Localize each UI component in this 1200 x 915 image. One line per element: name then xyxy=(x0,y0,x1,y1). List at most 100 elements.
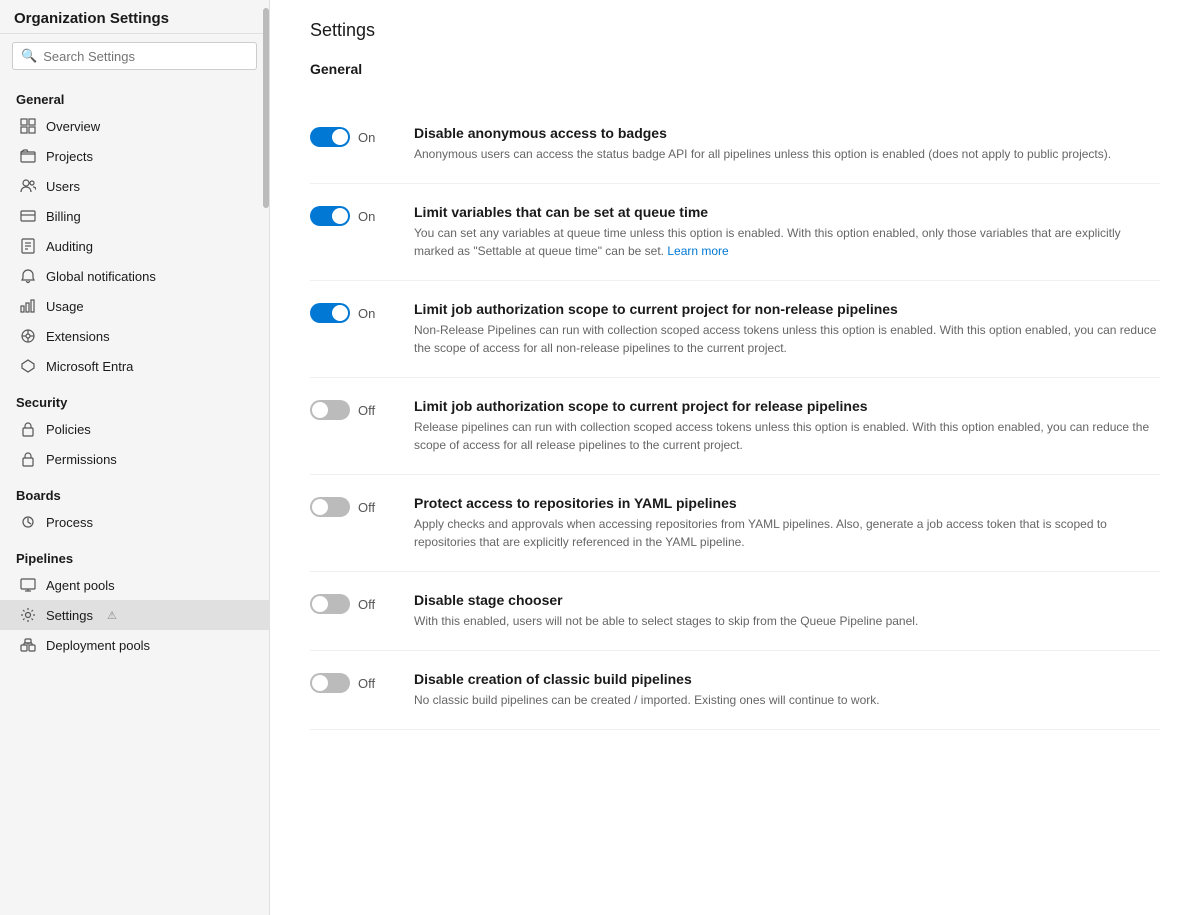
sidebar-item-label: Usage xyxy=(46,299,84,314)
grid-icon xyxy=(20,118,36,134)
sidebar-item-permissions[interactable]: Permissions xyxy=(0,444,269,474)
toggle-disable-stage-chooser[interactable] xyxy=(310,594,350,614)
setting-row-anonymous-access: On Disable anonymous access to badges Anon… xyxy=(310,105,1160,184)
setting-row-disable-stage-chooser: Off Disable stage chooser With this enable… xyxy=(310,572,1160,651)
setting-row-job-auth-nonrelease: On Limit job authorization scope to curre… xyxy=(310,281,1160,378)
setting-title-protect-yaml: Protect access to repositories in YAML p… xyxy=(414,495,1160,511)
sidebar-item-label: Policies xyxy=(46,422,91,437)
toggle-thumb-disable-classic-build xyxy=(312,675,328,691)
setting-title-disable-classic-build: Disable creation of classic build pipeli… xyxy=(414,671,1160,687)
process-icon xyxy=(20,514,36,530)
sidebar-header: Organization Settings xyxy=(0,0,269,34)
setting-content-protect-yaml: Protect access to repositories in YAML p… xyxy=(414,495,1160,551)
sidebar-item-label: Settings xyxy=(46,608,93,623)
agent-icon xyxy=(20,577,36,593)
toggle-thumb-protect-yaml xyxy=(312,499,328,515)
sidebar-item-extensions[interactable]: Extensions xyxy=(0,321,269,351)
sidebar-item-policies[interactable]: Policies xyxy=(0,414,269,444)
toggle-thumb-anonymous-access xyxy=(332,129,348,145)
toggle-limit-variables[interactable] xyxy=(310,206,350,226)
sidebar-item-label: Permissions xyxy=(46,452,117,467)
toggle-label-protect-yaml: Off xyxy=(358,500,375,515)
setting-desc-limit-variables: You can set any variables at queue time … xyxy=(414,224,1160,260)
toggle-label-job-auth-release: Off xyxy=(358,403,375,418)
setting-content-disable-classic-build: Disable creation of classic build pipeli… xyxy=(414,671,1160,709)
lock-icon xyxy=(20,421,36,437)
setting-desc-job-auth-nonrelease: Non-Release Pipelines can run with colle… xyxy=(414,321,1160,357)
billing-icon xyxy=(20,208,36,224)
search-icon: 🔍 xyxy=(21,48,37,64)
toggle-area-protect-yaml: Off xyxy=(310,495,390,517)
settings-list: On Disable anonymous access to badges Anon… xyxy=(310,105,1160,730)
setting-content-limit-variables: Limit variables that can be set at queue… xyxy=(414,204,1160,260)
toggle-protect-yaml[interactable] xyxy=(310,497,350,517)
usage-icon xyxy=(20,298,36,314)
setting-title-anonymous-access: Disable anonymous access to badges xyxy=(414,125,1160,141)
toggle-job-auth-nonrelease[interactable] xyxy=(310,303,350,323)
sidebar-item-microsoft-entra[interactable]: Microsoft Entra xyxy=(0,351,269,381)
sidebar-item-global-notifications[interactable]: Global notifications xyxy=(0,261,269,291)
sidebar-section-security: Security xyxy=(0,381,269,414)
setting-link-limit-variables[interactable]: Learn more xyxy=(667,244,728,258)
toggle-area-job-auth-release: Off xyxy=(310,398,390,420)
sidebar-item-users[interactable]: Users xyxy=(0,171,269,201)
toggle-thumb-job-auth-release xyxy=(312,402,328,418)
toggle-area-disable-classic-build: Off xyxy=(310,671,390,693)
sidebar-item-billing[interactable]: Billing xyxy=(0,201,269,231)
sidebar-item-agent-pools[interactable]: Agent pools xyxy=(0,570,269,600)
sidebar-item-process[interactable]: Process xyxy=(0,507,269,537)
settings-badge: ⚠ xyxy=(107,609,117,622)
sidebar-item-usage[interactable]: Usage xyxy=(0,291,269,321)
sidebar: Organization Settings 🔍 General Overview P… xyxy=(0,0,270,915)
sidebar-content: General Overview Projects Users Billing Audit… xyxy=(0,78,269,915)
folder-icon xyxy=(20,148,36,164)
setting-title-job-auth-nonrelease: Limit job authorization scope to current… xyxy=(414,301,1160,317)
toggle-label-disable-stage-chooser: Off xyxy=(358,597,375,612)
scrollbar-thumb[interactable] xyxy=(263,8,269,208)
main-content: Settings General On Disable anonymous acc… xyxy=(270,0,1200,915)
search-box[interactable]: 🔍 xyxy=(12,42,257,70)
setting-title-disable-stage-chooser: Disable stage chooser xyxy=(414,592,1160,608)
bell-icon xyxy=(20,268,36,284)
setting-content-job-auth-nonrelease: Limit job authorization scope to current… xyxy=(414,301,1160,357)
sidebar-item-label: Agent pools xyxy=(46,578,115,593)
setting-desc-job-auth-release: Release pipelines can run with collectio… xyxy=(414,418,1160,454)
toggle-thumb-limit-variables xyxy=(332,208,348,224)
setting-content-job-auth-release: Limit job authorization scope to current… xyxy=(414,398,1160,454)
toggle-disable-classic-build[interactable] xyxy=(310,673,350,693)
sidebar-section-general: General xyxy=(0,78,269,111)
setting-desc-protect-yaml: Apply checks and approvals when accessin… xyxy=(414,515,1160,551)
sidebar-item-label: Users xyxy=(46,179,80,194)
toggle-anonymous-access[interactable] xyxy=(310,127,350,147)
sidebar-item-label: Microsoft Entra xyxy=(46,359,133,374)
setting-row-job-auth-release: Off Limit job authorization scope to curr… xyxy=(310,378,1160,475)
toggle-label-limit-variables: On xyxy=(358,209,375,224)
users-icon xyxy=(20,178,36,194)
search-input[interactable] xyxy=(43,49,248,64)
sidebar-item-label: Overview xyxy=(46,119,100,134)
sidebar-item-deployment-pools[interactable]: Deployment pools xyxy=(0,630,269,660)
page-title: Settings xyxy=(310,20,1160,41)
sidebar-item-label: Global notifications xyxy=(46,269,156,284)
toggle-label-job-auth-nonrelease: On xyxy=(358,306,375,321)
setting-desc-anonymous-access: Anonymous users can access the status ba… xyxy=(414,145,1160,163)
toggle-label-anonymous-access: On xyxy=(358,130,375,145)
toggle-job-auth-release[interactable] xyxy=(310,400,350,420)
setting-row-disable-classic-build: Off Disable creation of classic build pip… xyxy=(310,651,1160,730)
toggle-thumb-disable-stage-chooser xyxy=(312,596,328,612)
setting-desc-disable-stage-chooser: With this enabled, users will not be abl… xyxy=(414,612,1160,630)
sidebar-item-auditing[interactable]: Auditing xyxy=(0,231,269,261)
toggle-area-limit-variables: On xyxy=(310,204,390,226)
auditing-icon xyxy=(20,238,36,254)
sidebar-item-overview[interactable]: Overview xyxy=(0,111,269,141)
sidebar-item-settings[interactable]: Settings ⚠ xyxy=(0,600,269,630)
toggle-area-job-auth-nonrelease: On xyxy=(310,301,390,323)
toggle-area-anonymous-access: On xyxy=(310,125,390,147)
sidebar-section-boards: Boards xyxy=(0,474,269,507)
permissions-icon xyxy=(20,451,36,467)
sidebar-item-label: Billing xyxy=(46,209,81,224)
section-title: General xyxy=(310,61,1160,85)
setting-title-job-auth-release: Limit job authorization scope to current… xyxy=(414,398,1160,414)
sidebar-item-projects[interactable]: Projects xyxy=(0,141,269,171)
setting-desc-disable-classic-build: No classic build pipelines can be create… xyxy=(414,691,1160,709)
